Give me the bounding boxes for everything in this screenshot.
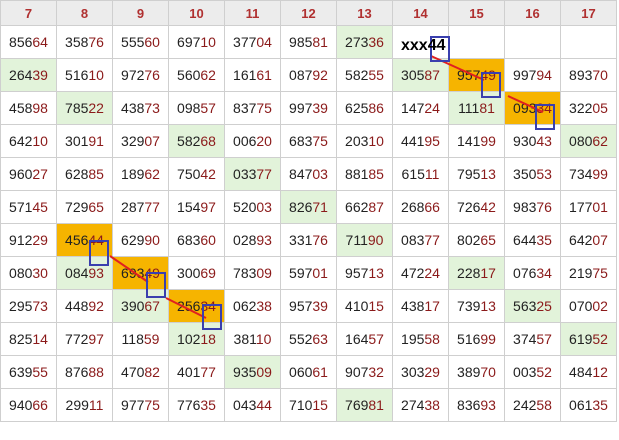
connector-lines bbox=[109, 55, 544, 319]
prediction-label: xxx44 bbox=[401, 37, 446, 54]
connector-line-2 bbox=[507, 95, 544, 113]
connector-line-3 bbox=[109, 255, 149, 283]
connector-line-4 bbox=[165, 297, 207, 319]
connector-line-1 bbox=[430, 55, 485, 81]
